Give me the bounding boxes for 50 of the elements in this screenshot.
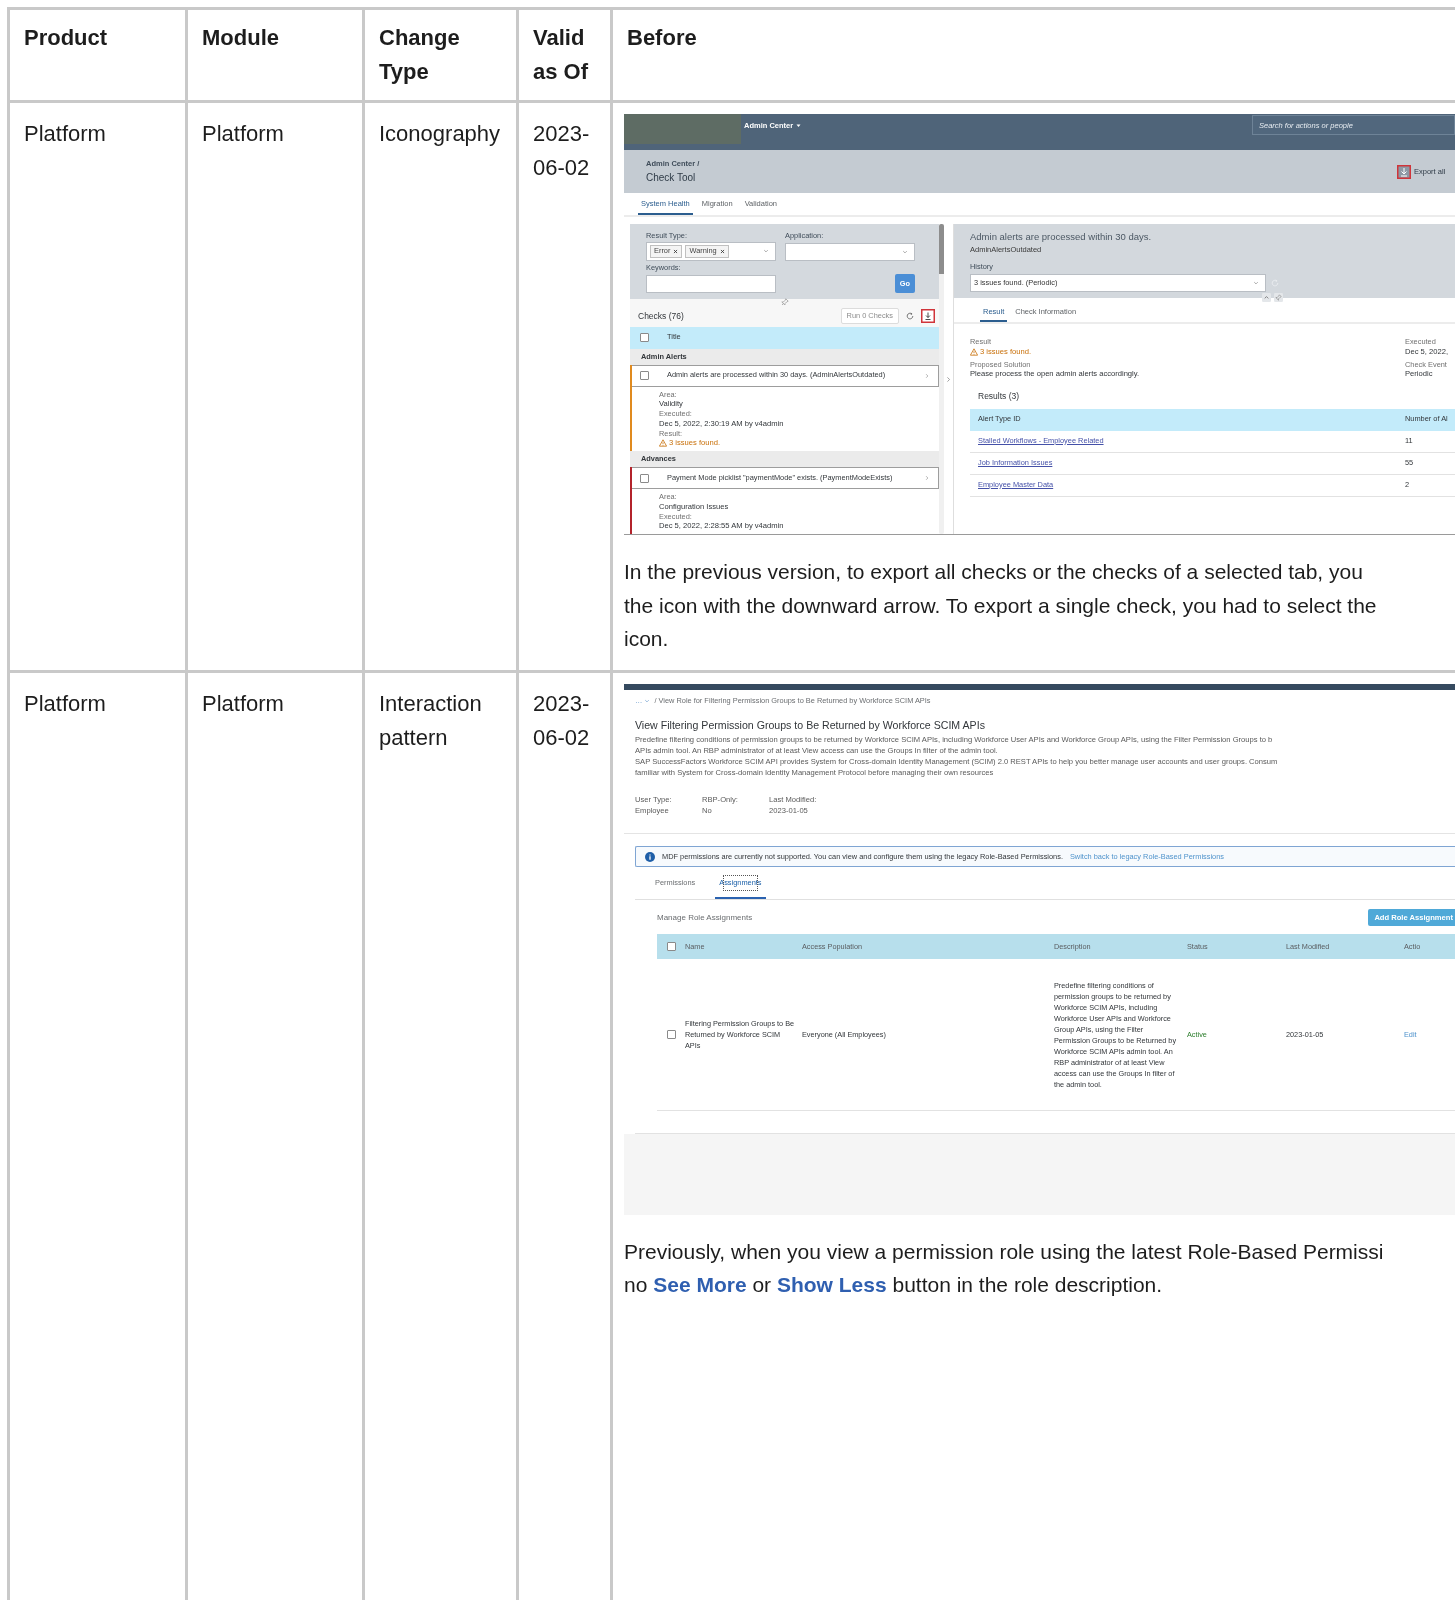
warning-icon (970, 347, 978, 356)
checkbox[interactable] (640, 371, 649, 381)
chevron-down-icon[interactable] (1253, 280, 1259, 287)
pin-icon[interactable] (780, 297, 789, 306)
close-icon[interactable] (673, 248, 679, 254)
page-title: View Filtering Permission Groups to Be Returned by Workforce SCIM APIs (635, 718, 986, 732)
column-header: Product (10, 10, 188, 103)
highlighted-download-icon[interactable] (1397, 164, 1411, 179)
table-cell: Interaction pattern (365, 672, 519, 1600)
chevron-down-icon[interactable] (644, 698, 651, 705)
section-title: Manage Role Assignments (657, 912, 753, 923)
results-title: Results (3) (977, 390, 1021, 404)
column-header: Before (613, 10, 1455, 103)
chevron-right-icon[interactable] (945, 375, 952, 383)
highlighted-download-icon[interactable] (921, 308, 935, 323)
checkbox[interactable] (666, 942, 676, 952)
description-text: Previously, when you view a permission role using the latest Role-Based Permissi no See More or Show Less button in the role description. (624, 1238, 1385, 1299)
table-cell: Platform (10, 672, 188, 1600)
checkbox[interactable] (666, 1030, 676, 1040)
checks-title: Checks (76) (638, 310, 684, 321)
checkbox[interactable] (640, 473, 649, 483)
info-icon (645, 851, 655, 862)
column-header: Valid as Of (519, 10, 613, 103)
detail-title: Admin alerts are processed within 30 days. (970, 231, 1153, 243)
button-name-link[interactable]: Show Less (776, 1273, 887, 1297)
column-header: Module (188, 10, 365, 103)
column-header: Change Type (365, 10, 519, 103)
keywords-field[interactable] (646, 274, 776, 293)
page-title: Check Tool (646, 172, 697, 184)
checkbox[interactable] (640, 333, 649, 343)
table-cell: Platform (188, 672, 365, 1600)
chevron-right-icon[interactable] (924, 475, 930, 482)
table-cell: Platform (188, 103, 365, 673)
table-cell: Platform (10, 103, 188, 673)
table-cell: 2023-06-02 (519, 103, 613, 673)
pin-icon[interactable] (1274, 293, 1283, 303)
refresh-icon[interactable] (906, 311, 914, 320)
collapse-icon[interactable] (1262, 293, 1271, 303)
close-icon[interactable] (719, 248, 725, 254)
chevron-down-icon[interactable] (902, 248, 908, 255)
chevron-down-icon[interactable] (763, 248, 769, 255)
warning-icon (659, 439, 667, 448)
chevron-right-icon[interactable] (924, 372, 930, 379)
description-text: In the previous version, to export all checks or the checks of a selected tab, you the icon with the downward arrow. To export a single check, you had to select the icon. (624, 559, 1378, 653)
table-cell: 2023-06-02 (519, 672, 613, 1600)
button-name-link[interactable]: See More (653, 1273, 747, 1297)
caret-down-icon (796, 123, 802, 128)
scrollbar[interactable] (939, 224, 944, 535)
table-cell: Iconography (365, 103, 519, 673)
application-select[interactable] (785, 242, 915, 261)
